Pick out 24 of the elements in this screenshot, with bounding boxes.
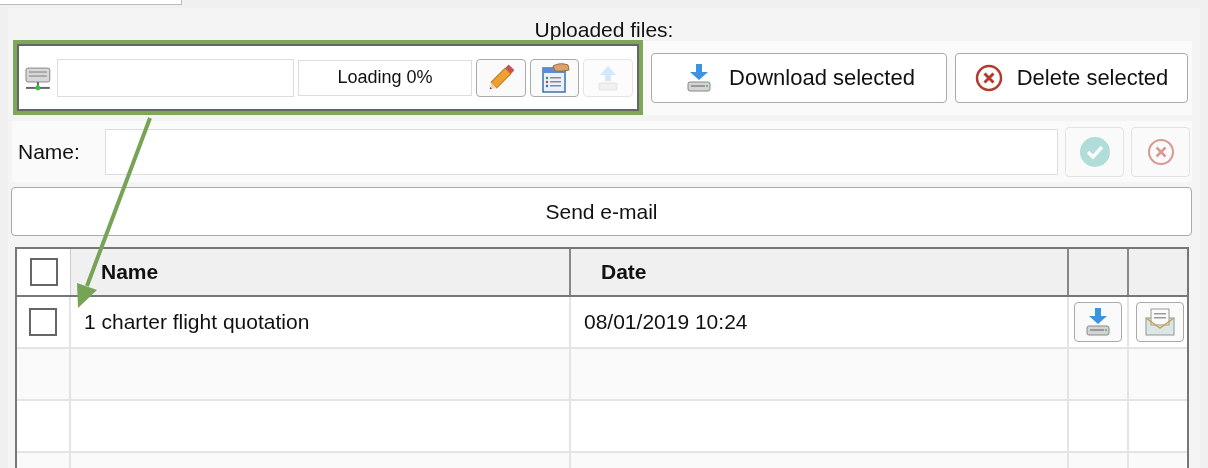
notes-button[interactable] (529, 58, 580, 97)
check-icon (1078, 135, 1111, 168)
download-selected-button[interactable]: Download selected (651, 52, 947, 103)
header-cell (1129, 248, 1187, 295)
progress-label: Loading 0% (297, 59, 473, 96)
close-icon (974, 63, 1003, 92)
checkbox[interactable] (29, 307, 57, 336)
header-cell (1069, 248, 1129, 295)
name-label: Name: (18, 138, 81, 165)
checkbox[interactable] (29, 257, 58, 286)
edit-button[interactable] (476, 58, 526, 97)
delete-selected-button[interactable]: Delete selected (955, 52, 1188, 103)
column-header: Date (571, 248, 1069, 295)
section-title: Uploaded files: (534, 18, 674, 40)
name-field[interactable] (105, 128, 1058, 175)
column-header: Name (71, 248, 571, 295)
table-cell-text: 08/01/2019 10:24 (584, 308, 748, 335)
email-button[interactable] (1135, 301, 1184, 342)
send-email-button[interactable]: Send e-mail (11, 187, 1192, 236)
download-button[interactable] (1074, 301, 1122, 342)
close-icon (1146, 137, 1175, 166)
table-cell-text: 1 charter flight quotation (84, 308, 310, 335)
envelope-icon (1142, 306, 1177, 337)
file-field[interactable] (56, 58, 294, 97)
